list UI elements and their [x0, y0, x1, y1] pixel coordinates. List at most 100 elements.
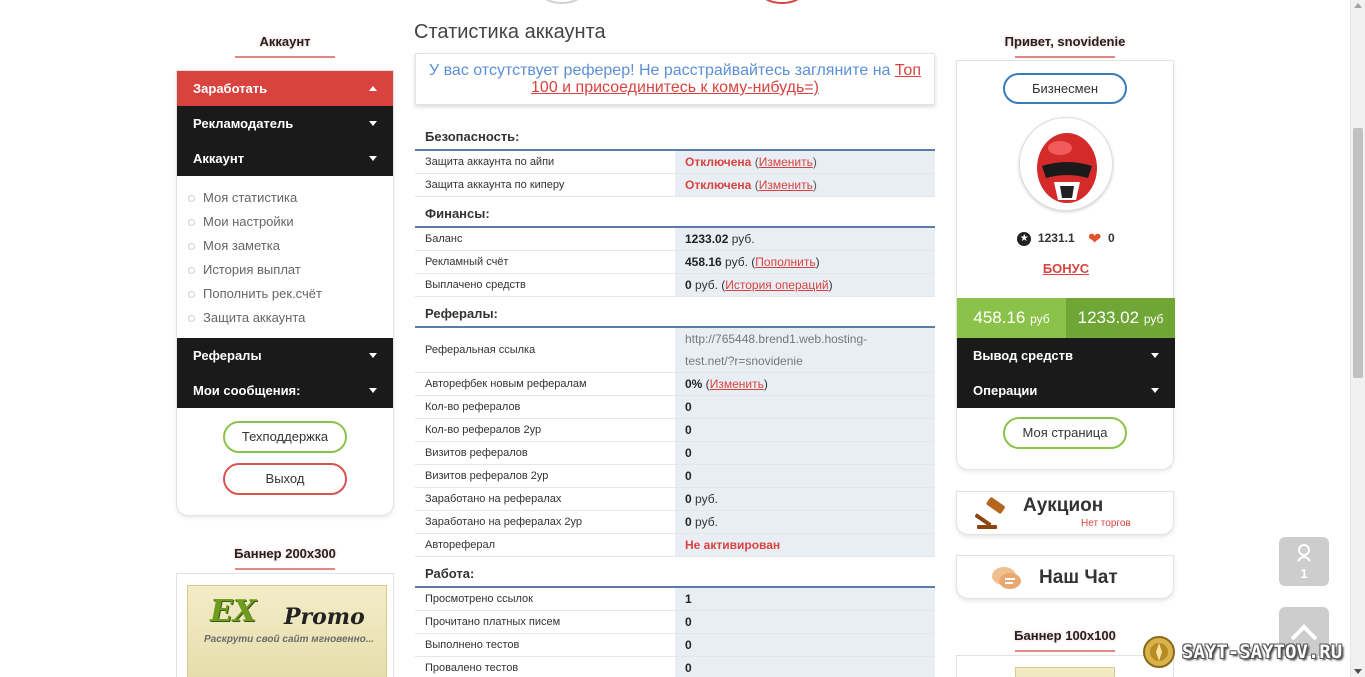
chevron-down-icon [369, 388, 377, 393]
scroll-up-icon[interactable] [1354, 3, 1362, 8]
avatar[interactable] [1019, 117, 1113, 211]
topup-link[interactable]: Пополнить [755, 255, 815, 269]
menu-operations[interactable]: Операции [957, 373, 1175, 408]
menu-messages[interactable]: Мои сообщения: [177, 373, 393, 408]
menu-referrals[interactable]: Рефералы [177, 338, 393, 373]
referral-link-line: test.net/?r=snovidenie [685, 354, 803, 368]
greeting-title: Привет, snovidenie [940, 34, 1190, 49]
security-title: Безопасность: [415, 120, 935, 151]
logout-button[interactable]: Выход [223, 463, 347, 495]
row-label: Заработано на рефералах [425, 493, 562, 505]
value: 0 [685, 423, 692, 437]
row-label: Авторефбек новым рефералам [425, 378, 587, 390]
row-value: 458.16 руб. (Пополнить) [675, 251, 935, 273]
keeper-protection-status: Отключена [685, 178, 752, 192]
operations-history-link[interactable]: История операций [725, 278, 828, 292]
table-row: Просмотрено ссылок 1 [415, 588, 935, 611]
submenu-my-stats[interactable]: Моя статистика [177, 186, 393, 210]
referral-link-line: http://765448.brend1.web.hosting- [685, 332, 868, 346]
bullet-icon [188, 195, 195, 202]
online-count: 1 [1300, 566, 1308, 581]
my-page-button[interactable]: Моя страница [1003, 417, 1127, 449]
auction-widget[interactable]: Аукцион Нет торгов [956, 491, 1174, 535]
table-row: Прочитано платных писем 0 [415, 611, 935, 634]
change-ip-protection-link[interactable]: Изменить [759, 155, 813, 169]
balance-value: 1233.02 [685, 232, 729, 246]
table-row: Визитов рефералов 2ур 0 [415, 465, 935, 488]
chevron-down-icon [369, 353, 377, 358]
paid-value: 0 [685, 278, 692, 292]
menu-advertiser[interactable]: Рекламодатель [177, 106, 393, 141]
top-decoration-left [540, 0, 584, 4]
expromo-banner[interactable]: EX Promo Раскрути свой сайт мгновенно... [187, 585, 387, 677]
finance-title: Финансы: [415, 197, 935, 228]
bonus-link[interactable]: БОНУС [957, 261, 1175, 276]
banner-promo-text: Promo [284, 604, 365, 630]
balances-bar: 458.16 руб 1233.02 руб [957, 298, 1175, 338]
chevron-down-icon [1151, 388, 1159, 393]
chat-title: Наш Чат [1039, 567, 1118, 588]
user-panel: Бизнесмен ★ 1231.1 ❤ 0 БОНУС 458.16 руб … [956, 60, 1175, 470]
value: 1 [685, 592, 692, 606]
row-label: Баланс [425, 233, 463, 245]
chevron-down-icon [369, 156, 377, 161]
submenu-account-protection[interactable]: Защита аккаунта [177, 306, 393, 330]
page-title: Статистика аккаунта [414, 21, 606, 43]
bullet-icon [188, 267, 195, 274]
autorefback-value: 0% [685, 377, 703, 391]
ad-balance: 458.16 руб [957, 298, 1066, 338]
value: 0 [685, 661, 692, 675]
submenu-my-settings[interactable]: Мои настройки [177, 210, 393, 234]
row-value: 0% (Изменить) [675, 373, 935, 395]
user-stats: ★ 1231.1 ❤ 0 [957, 229, 1175, 249]
value: 0 [685, 638, 692, 652]
bullet-icon [188, 219, 195, 226]
submenu-payout-history[interactable]: История выплат [177, 258, 393, 282]
referral-link-value[interactable]: http://765448.brend1.web.hosting-test.ne… [675, 328, 935, 372]
page-scrollbar[interactable] [1350, 0, 1365, 677]
row-value: Отключена (Изменить) [675, 151, 935, 173]
submenu-label: Моя заметка [203, 238, 280, 253]
table-row: Защита аккаунта по айпи Отключена (Измен… [415, 151, 935, 174]
emblem-icon [1143, 636, 1175, 668]
row-value: 0 руб. (История операций) [675, 274, 935, 296]
right-menu: Вывод средств Операции [957, 338, 1175, 408]
value: 0 [685, 446, 692, 460]
account-stats-table: Безопасность: Защита аккаунта по айпи От… [415, 120, 935, 677]
online-users-button[interactable]: 1 [1279, 537, 1329, 586]
menu-earn[interactable]: Заработать [177, 71, 393, 106]
row-value: Не активирован [675, 534, 935, 556]
menu-referrals-label: Рефералы [193, 348, 262, 363]
row-label: Защита аккаунта по айпи [425, 156, 555, 168]
currency: руб. [725, 255, 748, 269]
notice-text: У вас отсутствует реферер! Не расстрайва… [428, 62, 891, 79]
status-button[interactable]: Бизнесмен [1003, 73, 1127, 104]
menu-withdraw[interactable]: Вывод средств [957, 338, 1175, 373]
chevron-up-icon [369, 86, 377, 91]
submenu-label: История выплат [203, 262, 301, 277]
row-value: 0 [675, 634, 935, 656]
support-button[interactable]: Техподдержка [223, 421, 347, 453]
submenu-label: Пополнить рек.счёт [203, 286, 322, 301]
change-autorefback-link[interactable]: Изменить [710, 377, 764, 391]
chat-widget[interactable]: Наш Чат [956, 555, 1174, 599]
currency: руб. [695, 278, 718, 292]
row-value: 1 [675, 588, 935, 610]
submenu-my-note[interactable]: Моя заметка [177, 234, 393, 258]
top-decoration-right [760, 0, 804, 4]
scroll-down-icon[interactable] [1354, 669, 1362, 674]
account-submenu: Моя статистика Мои настройки Моя заметка… [177, 176, 393, 338]
table-row: Заработано на рефералах 2ур 0 руб. [415, 511, 935, 534]
row-label: Прочитано платных писем [425, 616, 561, 628]
menu-account[interactable]: Аккаунт [177, 141, 393, 176]
scrollbar-thumb[interactable] [1353, 128, 1363, 378]
auction-title: Аукцион [1023, 495, 1104, 516]
row-label: Заработано на рефералах 2ур [425, 516, 583, 528]
submenu-topup-ad[interactable]: Пополнить рек.счёт [177, 282, 393, 306]
banner-100-image[interactable] [1015, 667, 1115, 677]
change-keeper-protection-link[interactable]: Изменить [759, 178, 813, 192]
left-section-title: Аккаунт [176, 34, 394, 49]
row-value: 1233.02 руб. [675, 228, 935, 250]
row-value: 0 [675, 465, 935, 487]
site-watermark: SAYT-SAYTOV.RU [1142, 634, 1342, 670]
